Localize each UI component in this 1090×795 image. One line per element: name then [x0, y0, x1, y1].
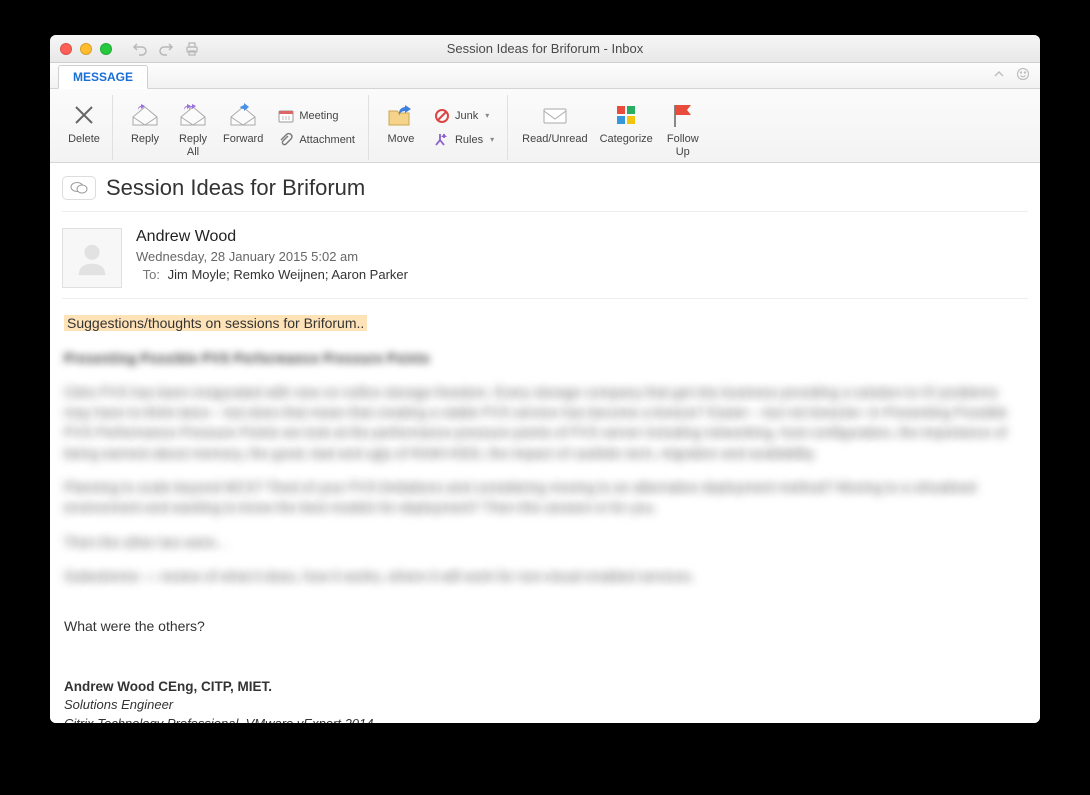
email-body: Suggestions/thoughts on sessions for Bri… [50, 299, 1040, 723]
to-line: To: Jim Moyle; Remko Weijnen; Aaron Park… [136, 267, 408, 282]
sender-avatar [62, 228, 122, 288]
categorize-button[interactable]: Categorize [594, 95, 659, 160]
redacted-paragraph: Citrix PVS has been invigorated with new… [64, 382, 1026, 463]
undo-icon[interactable] [132, 41, 148, 57]
minimize-button[interactable] [80, 43, 92, 55]
print-icon[interactable] [184, 41, 200, 57]
ribbon: Delete Reply Reply All Forward Meeting [50, 89, 1040, 163]
email-subject: Session Ideas for Briforum [106, 175, 365, 201]
question-line: What were the others? [64, 616, 1026, 636]
recipients: Jim Moyle; Remko Weijnen; Aaron Parker [168, 267, 408, 282]
quick-access-toolbar [132, 41, 200, 57]
move-button[interactable]: Move [377, 95, 425, 160]
sender-name: Andrew Wood [136, 228, 408, 246]
redacted-heading: Presenting Possible PVS Performance Pres… [64, 348, 1026, 368]
attachment-button[interactable]: Attachment [275, 130, 358, 150]
reply-all-button[interactable]: Reply All [169, 95, 217, 160]
window: Session Ideas for Briforum - Inbox MESSA… [50, 35, 1040, 723]
collapse-ribbon-icon[interactable] [992, 67, 1006, 84]
subject-bar: Session Ideas for Briforum [62, 173, 1028, 212]
smiley-icon[interactable] [1016, 67, 1030, 84]
traffic-lights [60, 43, 112, 55]
ribbon-tabbar: MESSAGE [50, 63, 1040, 89]
signature-credentials: Citrix Technology Professional, VMware v… [64, 715, 1026, 723]
redacted-line: Suitextreme — review of what it does, ho… [64, 566, 1026, 586]
signature-name: Andrew Wood CEng, CITP, MIET. [64, 677, 1026, 697]
group-delete: Delete [56, 95, 113, 160]
chevron-down-icon: ▾ [490, 135, 494, 144]
chevron-down-icon: ▾ [485, 111, 489, 120]
maximize-button[interactable] [100, 43, 112, 55]
conversation-icon[interactable] [62, 176, 96, 200]
sent-date: Wednesday, 28 January 2015 5:02 am [136, 249, 408, 264]
delete-button[interactable]: Delete [60, 95, 108, 160]
reply-button[interactable]: Reply [121, 95, 169, 160]
meeting-button[interactable]: Meeting [275, 106, 358, 126]
email-header: Andrew Wood Wednesday, 28 January 2015 5… [62, 220, 1028, 299]
intro-line: Suggestions/thoughts on sessions for Bri… [64, 315, 367, 331]
forward-button[interactable]: Forward [217, 95, 269, 160]
close-button[interactable] [60, 43, 72, 55]
redacted-paragraph: Planning to scale beyond MCS? Tired of y… [64, 477, 1026, 518]
signature-title: Solutions Engineer [64, 696, 1026, 715]
message-tab[interactable]: MESSAGE [58, 65, 148, 89]
redacted-line: Then the other two were... [64, 532, 1026, 552]
follow-up-button[interactable]: Follow Up [659, 95, 707, 160]
titlebar: Session Ideas for Briforum - Inbox [50, 35, 1040, 63]
content-area: Session Ideas for Briforum Andrew Wood W… [50, 163, 1040, 723]
group-respond: Reply Reply All Forward Meeting Attachme… [117, 95, 369, 160]
group-tags: Read/Unread Categorize Follow Up [512, 95, 711, 160]
read-unread-button[interactable]: Read/Unread [516, 95, 593, 160]
to-label: To: [136, 267, 160, 282]
junk-button[interactable]: Junk▾ [431, 106, 497, 126]
group-move: Move Junk▾ Rules▾ [373, 95, 508, 160]
rules-button[interactable]: Rules▾ [431, 130, 497, 150]
redo-icon[interactable] [158, 41, 174, 57]
